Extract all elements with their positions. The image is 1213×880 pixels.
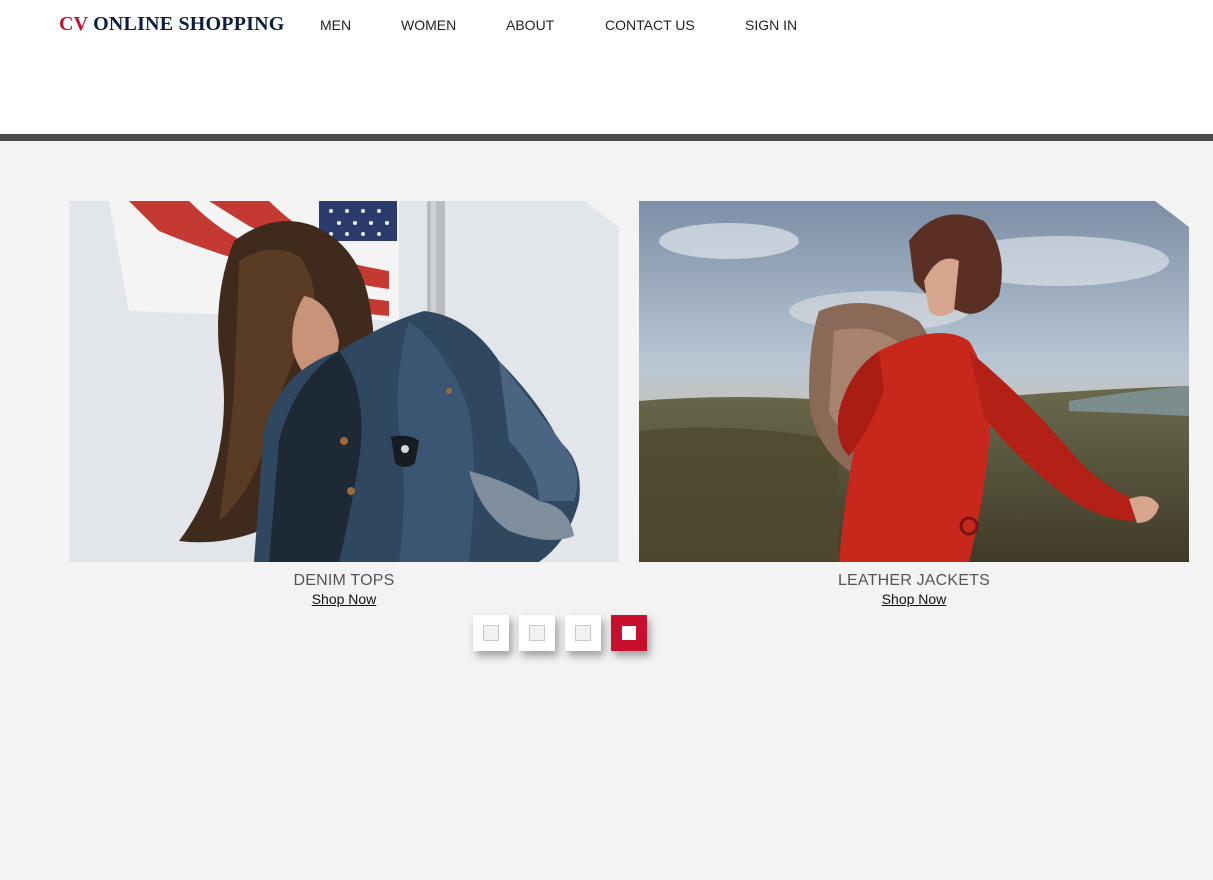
denim-tops-image[interactable]	[69, 201, 619, 562]
leather-jackets-image[interactable]	[639, 201, 1189, 562]
pager-square-icon	[529, 625, 545, 641]
site-header: CV ONLINE SHOPPING MEN WOMEN ABOUT CONTA…	[0, 0, 1213, 134]
product-title: DENIM TOPS	[293, 572, 395, 589]
site-logo[interactable]: CV ONLINE SHOPPING	[59, 13, 285, 36]
pager-dot-4-active[interactable]	[611, 615, 647, 651]
pager-dot-3[interactable]	[565, 615, 601, 651]
pager-dot-2[interactable]	[519, 615, 555, 651]
corner-fold	[1155, 201, 1189, 227]
pager-square-icon	[622, 626, 636, 640]
header-divider	[0, 134, 1213, 141]
shop-now-link[interactable]: Shop Now	[69, 591, 619, 607]
pager-square-icon	[575, 625, 591, 641]
product-card-leather-jackets: LEATHER JACKETS Shop Now	[639, 201, 1189, 607]
shop-now-link[interactable]: Shop Now	[639, 591, 1189, 607]
product-card-denim-tops: DENIM TOPS Shop Now	[69, 201, 619, 607]
nav-contact-us[interactable]: CONTACT US	[605, 17, 695, 33]
product-title: LEATHER JACKETS	[837, 572, 991, 589]
nav-men[interactable]: MEN	[320, 17, 351, 33]
logo-cv: CV	[59, 13, 88, 35]
pager-dot-1[interactable]	[473, 615, 509, 651]
corner-fold	[585, 201, 619, 227]
logo-text: ONLINE SHOPPING	[87, 13, 285, 35]
nav-women[interactable]: WOMEN	[401, 17, 456, 33]
pager-square-icon	[483, 625, 499, 641]
nav-about[interactable]: ABOUT	[506, 17, 554, 33]
nav-sign-in[interactable]: SIGN IN	[745, 17, 797, 33]
